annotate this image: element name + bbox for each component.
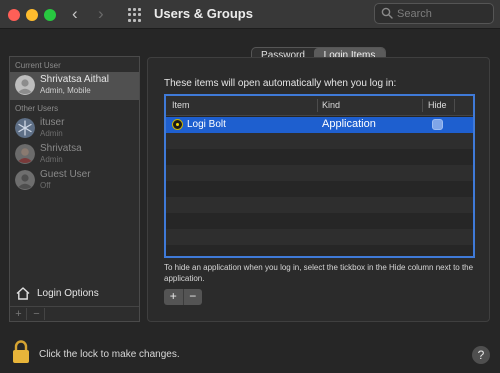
empty-row <box>166 133 473 149</box>
users-sidebar: Current User Shrivatsa Aithal Admin, Mob… <box>9 56 140 322</box>
current-user-section-label: Current User <box>15 61 61 70</box>
login-items-pane: These items will open automatically when… <box>147 57 490 322</box>
user-name: Shrivatsa <box>40 143 82 154</box>
user-row-shrivatsa[interactable]: Shrivatsa Admin <box>10 141 139 169</box>
zoom-window-button[interactable] <box>44 9 56 21</box>
table-row[interactable]: Logi Bolt Application <box>166 117 473 133</box>
item-name: Logi Bolt <box>187 119 226 130</box>
show-all-grid-icon[interactable] <box>128 8 142 22</box>
hide-hint-text: To hide an application when you log in, … <box>164 263 474 283</box>
user-row-guest[interactable]: Guest User Off <box>10 167 139 195</box>
user-row-current[interactable]: Shrivatsa Aithal Admin, Mobile <box>10 72 139 100</box>
user-row-ituser[interactable]: ituser Admin <box>10 115 139 143</box>
add-user-button[interactable]: + <box>11 308 27 320</box>
user-role: Admin <box>40 155 63 164</box>
add-login-item-button[interactable]: + <box>164 289 184 305</box>
help-button[interactable]: ? <box>472 346 490 364</box>
sidebar-footer: + − <box>10 306 139 321</box>
empty-row <box>166 245 473 256</box>
user-role: Off <box>40 181 51 190</box>
guest-avatar-icon <box>15 170 35 190</box>
forward-button[interactable]: › <box>98 5 104 23</box>
remove-login-item-button[interactable]: − <box>184 289 203 305</box>
user-name: Guest User <box>40 169 91 180</box>
column-divider <box>317 99 318 112</box>
home-icon <box>16 287 30 300</box>
user-name: ituser <box>40 117 65 128</box>
empty-row <box>166 149 473 165</box>
remove-user-button[interactable]: − <box>29 308 45 320</box>
column-divider <box>454 99 455 112</box>
user-role: Admin <box>40 129 63 138</box>
minimize-window-button[interactable] <box>26 9 38 21</box>
login-items-table[interactable]: Item Kind Hide Logi Bolt Application <box>164 94 475 258</box>
empty-row <box>166 165 473 181</box>
empty-row <box>166 229 473 245</box>
logi-bolt-app-icon <box>172 119 183 130</box>
photo-avatar-icon <box>15 144 35 164</box>
window-title: Users & Groups <box>154 6 253 21</box>
user-name: Shrivatsa Aithal <box>40 74 109 85</box>
empty-row <box>166 181 473 197</box>
search-field[interactable] <box>374 3 494 24</box>
empty-row <box>166 197 473 213</box>
column-header-kind[interactable]: Kind <box>322 100 340 110</box>
login-items-heading: These items will open automatically when… <box>164 78 397 89</box>
lock-icon[interactable] <box>12 340 30 364</box>
snowflake-avatar-icon <box>15 118 35 138</box>
other-users-section-label: Other Users <box>15 104 59 113</box>
user-avatar-icon <box>15 75 35 95</box>
table-header: Item Kind Hide <box>166 96 473 116</box>
close-window-button[interactable] <box>8 9 20 21</box>
search-icon <box>381 7 393 19</box>
add-remove-control: + − <box>164 289 202 305</box>
lock-message: Click the lock to make changes. <box>39 349 180 360</box>
item-kind: Application <box>322 118 376 130</box>
user-role: Admin, Mobile <box>40 86 91 95</box>
title-bar: ‹ › Users & Groups <box>0 0 500 29</box>
login-options-item[interactable]: Login Options <box>10 283 139 305</box>
column-header-item[interactable]: Item <box>172 100 190 110</box>
login-options-label: Login Options <box>37 288 99 299</box>
hide-checkbox[interactable] <box>432 119 443 130</box>
column-divider <box>422 99 423 112</box>
back-button[interactable]: ‹ <box>72 5 78 23</box>
search-input[interactable] <box>397 6 491 21</box>
empty-row <box>166 213 473 229</box>
users-groups-window: ‹ › Users & Groups Current User Shrivats… <box>0 0 500 373</box>
column-header-hide[interactable]: Hide <box>428 100 447 110</box>
